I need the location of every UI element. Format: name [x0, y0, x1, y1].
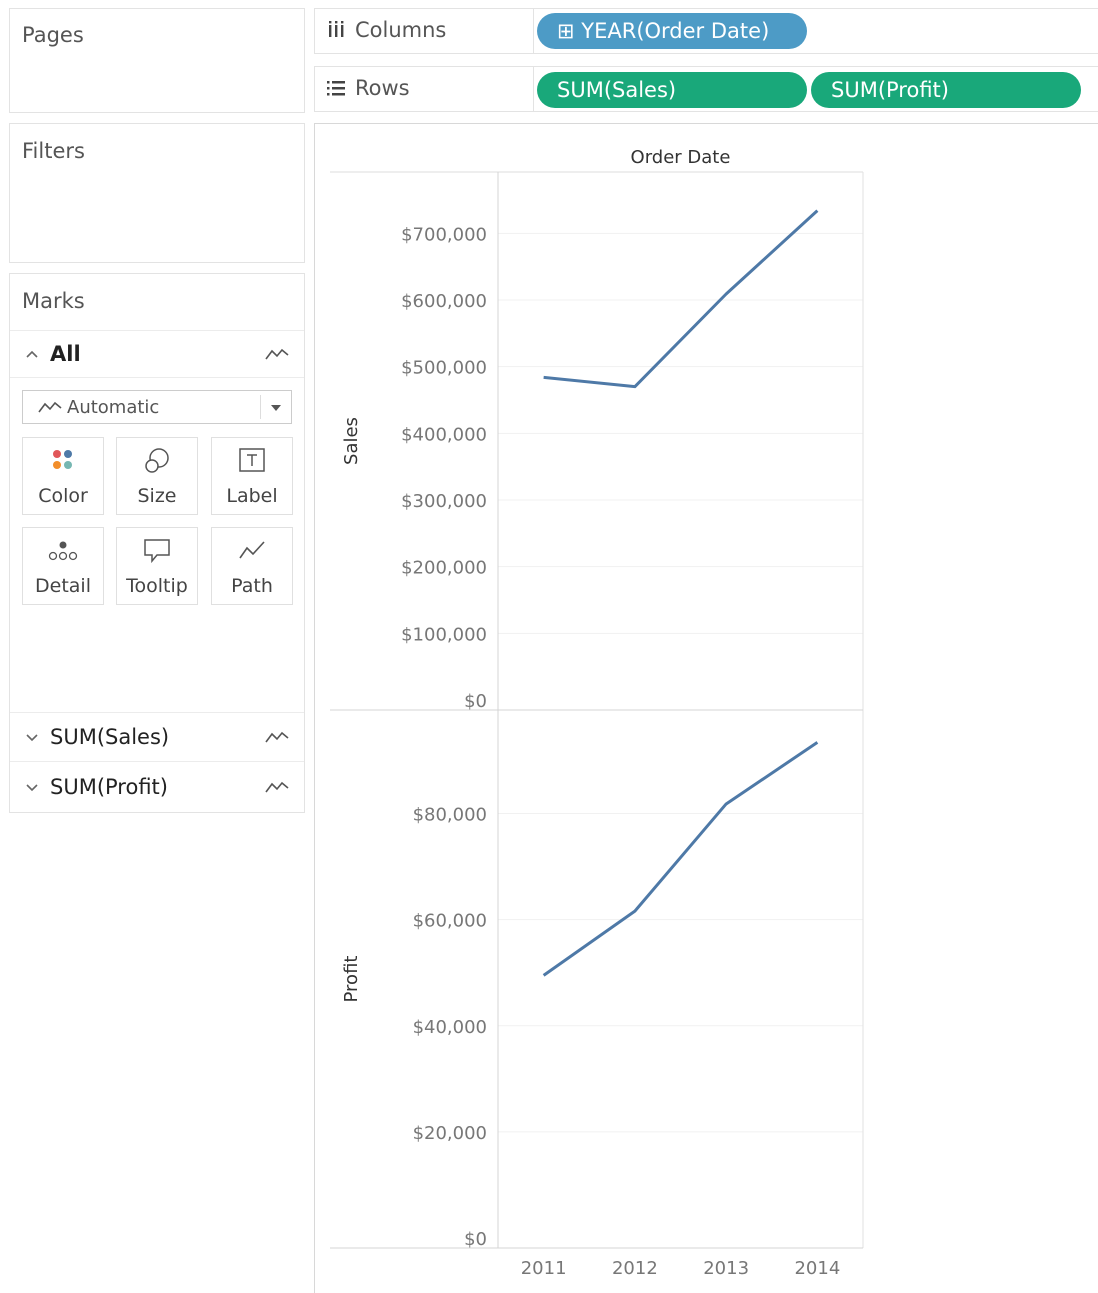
y-tick-label: $100,000	[401, 624, 487, 645]
y-tick-label: $200,000	[401, 558, 487, 579]
pages-card: Pages	[9, 8, 305, 113]
size-tile[interactable]: Size	[116, 437, 198, 515]
chevron-down-icon[interactable]	[24, 731, 40, 743]
marks-all-label: All	[50, 342, 81, 366]
x-tick-label: 2012	[612, 1258, 658, 1279]
x-tick-label: 2014	[794, 1258, 840, 1279]
tooltip-label: Tooltip	[126, 575, 188, 597]
y-tick-label: $40,000	[413, 1017, 487, 1038]
line-mark-icon	[265, 348, 289, 360]
measure-profit-label: SUM(Profit)	[50, 775, 168, 799]
y-axis-label: Profit	[341, 956, 362, 1003]
dropdown-divider	[260, 395, 261, 419]
detail-icon	[23, 536, 103, 566]
marks-all-row[interactable]: All	[10, 330, 304, 378]
tooltip-icon	[117, 536, 197, 566]
label-icon	[212, 446, 292, 476]
size-label: Size	[137, 485, 177, 507]
chevron-up-icon[interactable]	[24, 348, 40, 360]
series-line	[542, 741, 819, 977]
year-order-date-pill[interactable]: ⊞ YEAR(Order Date)	[537, 13, 807, 49]
columns-shelf[interactable]: Columns ⊞ YEAR(Order Date)	[314, 8, 1098, 54]
rows-icon	[327, 81, 345, 96]
pages-title: Pages	[22, 23, 84, 47]
rows-shelf-label: Rows	[327, 76, 410, 100]
y-tick-label: $400,000	[401, 424, 487, 445]
columns-icon	[329, 21, 344, 37]
marks-measure-sales[interactable]: SUM(Sales)	[10, 712, 304, 762]
y-tick-label: $0	[464, 691, 487, 712]
path-tile[interactable]: Path	[211, 527, 293, 605]
line-charts: Order Date $0 $100,000 $200,000 $300,000 $400…	[330, 147, 864, 1279]
path-icon	[212, 536, 292, 566]
color-tile[interactable]: Color	[22, 437, 104, 515]
sum-profit-pill[interactable]: SUM(Profit)	[811, 72, 1081, 108]
y-tick-label: $500,000	[401, 358, 487, 379]
shelf-divider	[533, 9, 534, 53]
view-area: Order Date $0 $100,000 $200,000 $300,000 $400…	[314, 123, 1098, 1293]
y-tick-label: $20,000	[413, 1123, 487, 1144]
marks-card: Marks All Automatic Color Size Label Det…	[9, 273, 305, 813]
x-tick-label: 2013	[703, 1258, 749, 1279]
line-mark-icon	[38, 401, 62, 413]
y-tick-label: $300,000	[401, 491, 487, 512]
rows-shelf[interactable]: Rows SUM(Sales) SUM(Profit)	[314, 66, 1098, 112]
sum-sales-pill[interactable]: SUM(Sales)	[537, 72, 807, 108]
y-tick-label: $600,000	[401, 291, 487, 312]
size-icon	[117, 446, 197, 476]
tooltip-tile[interactable]: Tooltip	[116, 527, 198, 605]
x-tick-label: 2011	[521, 1258, 567, 1279]
y-tick-label: $60,000	[413, 911, 487, 932]
line-mark-icon	[265, 781, 289, 793]
column-header: Order Date	[631, 147, 731, 168]
color-icon	[23, 446, 103, 476]
measure-sales-label: SUM(Sales)	[50, 725, 170, 749]
color-label: Color	[38, 485, 88, 507]
label-tile[interactable]: Label	[211, 437, 293, 515]
rows-label: Rows	[355, 76, 410, 100]
series-line	[543, 209, 819, 389]
filters-card[interactable]: Filters	[9, 123, 305, 263]
y-tick-label: $700,000	[401, 224, 487, 245]
label-label: Label	[226, 485, 278, 507]
marks-measure-profit[interactable]: SUM(Profit)	[10, 762, 304, 812]
mark-type-value: Automatic	[67, 396, 160, 418]
path-label: Path	[231, 575, 273, 597]
y-tick-label: $0	[464, 1229, 487, 1250]
y-tick-label: $80,000	[413, 805, 487, 826]
caret-down-icon[interactable]	[270, 404, 282, 412]
marks-title: Marks	[22, 289, 85, 313]
line-mark-icon	[265, 731, 289, 743]
chevron-down-icon[interactable]	[24, 781, 40, 793]
columns-shelf-label: Columns	[327, 18, 446, 42]
filters-title: Filters	[22, 139, 85, 163]
y-axis-label: Sales	[341, 417, 362, 465]
detail-label: Detail	[35, 575, 91, 597]
shelf-divider	[533, 67, 534, 111]
mark-type-dropdown[interactable]: Automatic	[22, 390, 292, 424]
detail-tile[interactable]: Detail	[22, 527, 104, 605]
columns-label: Columns	[355, 18, 447, 42]
